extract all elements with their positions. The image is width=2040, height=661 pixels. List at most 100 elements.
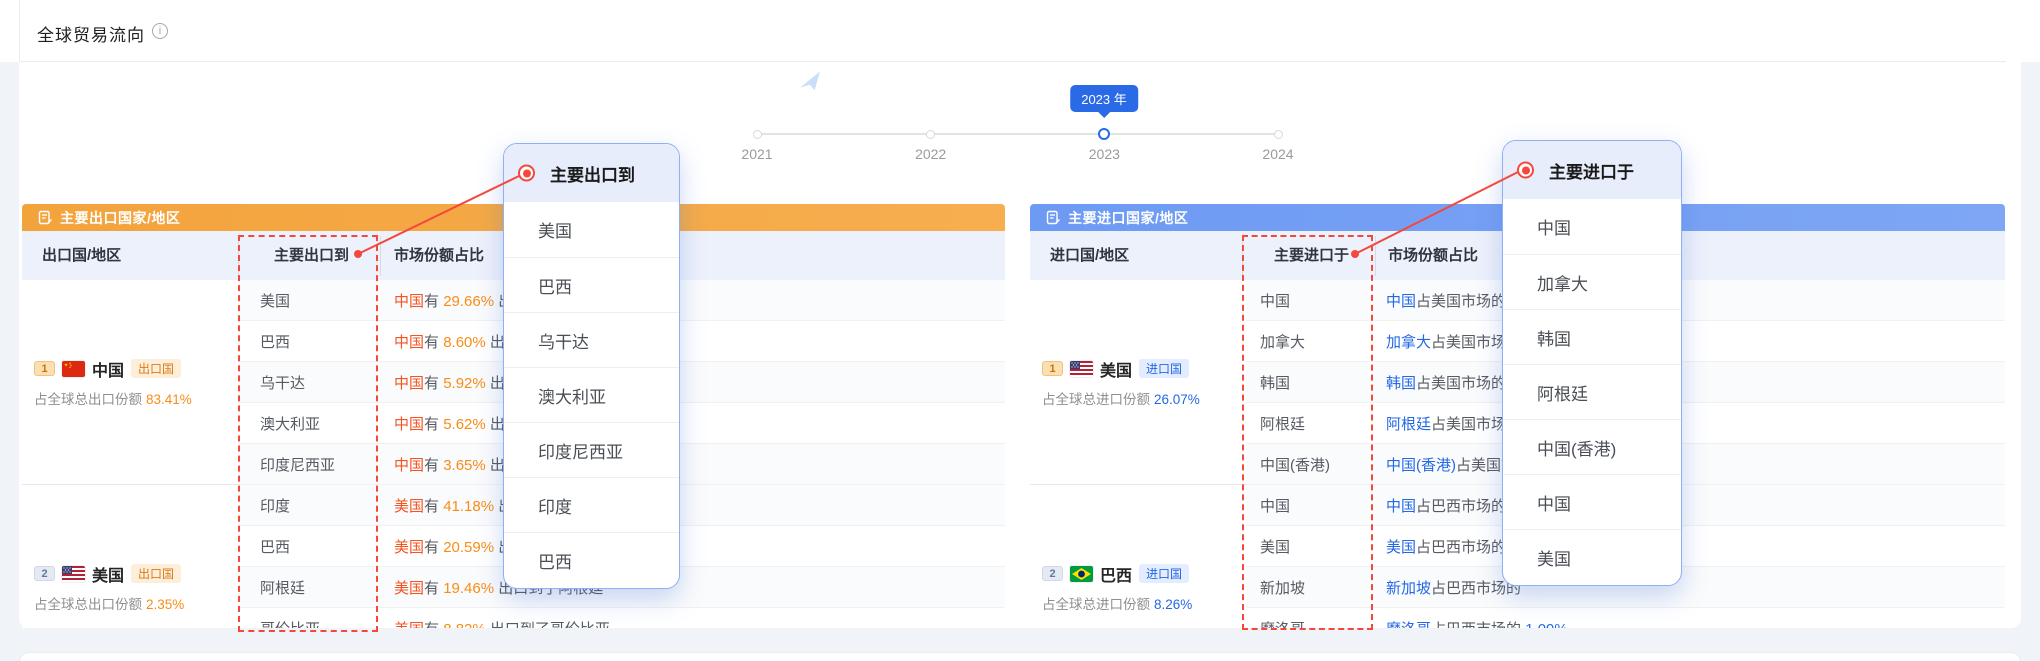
- popup-item[interactable]: 中国(香港): [1503, 419, 1681, 474]
- global-share-line: 占全球总进口份额8.26%: [1042, 593, 1246, 613]
- report-icon: [38, 210, 53, 225]
- share-label: 占全球总进口份额: [1042, 597, 1150, 612]
- column-header: 进口国/地区: [1050, 231, 1129, 280]
- popup-item[interactable]: 美国: [504, 202, 679, 257]
- flag-us-icon: [1070, 361, 1093, 377]
- group-summary-cell: 1美国进口国占全球总进口份额 26.07%: [1030, 280, 1246, 484]
- market-share-pct: 3.65%: [443, 457, 486, 474]
- year-label: 2022: [886, 146, 976, 162]
- market-share-cell: 中国(香港)占美国市场的: [1382, 454, 2005, 475]
- group-title-line: 2美国出口国: [34, 562, 238, 586]
- market-share-country: 中国: [1386, 498, 1416, 515]
- year-label: 2021: [712, 146, 802, 162]
- partner-country-cell: 印度尼西亚: [238, 454, 380, 475]
- share-value: 83.41%: [146, 392, 192, 407]
- flag-cn-icon: [62, 361, 85, 377]
- market-share-country: 加拿大: [1386, 334, 1431, 351]
- year-tooltip: 2023 年: [1070, 85, 1138, 112]
- partner-country-cell: 澳大利亚: [238, 413, 380, 434]
- market-share-country: 中国: [394, 457, 424, 474]
- group-title-line: 2 巴西进口国: [1042, 562, 1246, 586]
- slider-dot[interactable]: [1274, 130, 1283, 139]
- divider: [19, 0, 20, 62]
- role-badge: 出口国: [131, 359, 181, 378]
- market-share-cell: 美国有 19.46% 出口到了阿根廷: [380, 577, 1005, 598]
- group-title-line: 1美国进口国: [1042, 357, 1246, 381]
- market-share-country: 韩国: [1386, 375, 1416, 392]
- market-share-cell: 中国有 8.60% 出口到了巴西: [380, 331, 1005, 352]
- group-summary-cell: 1中国出口国占全球总出口份额83.41%: [22, 280, 238, 484]
- market-share-country: 阿根廷: [1386, 416, 1431, 433]
- market-share-cell: 摩洛哥占巴西市场的 1.09%: [1382, 618, 2005, 629]
- partner-country-cell: 乌干达: [238, 372, 380, 393]
- popup-item[interactable]: 印度: [504, 477, 679, 532]
- divider: [380, 236, 381, 276]
- global-share-line: 占全球总出口份额83.41%: [34, 388, 238, 408]
- partner-country-cell: 哥伦比亚: [238, 618, 380, 629]
- market-share-text: 出口到了哥伦比亚: [486, 621, 610, 629]
- partner-country-cell: 印度: [238, 495, 380, 516]
- popup-item[interactable]: 印度尼西亚: [504, 422, 679, 477]
- flag-us-icon: [62, 566, 85, 582]
- popup-item[interactable]: 加拿大: [1503, 254, 1681, 309]
- market-share-country: 中国: [394, 293, 424, 310]
- country-name: 美国: [92, 562, 124, 586]
- popup-item[interactable]: 韩国: [1503, 309, 1681, 364]
- import-popup-list: 中国加拿大韩国阿根廷中国(香港)中国美国: [1503, 199, 1681, 584]
- target-bullet-icon: [1517, 162, 1534, 179]
- market-share-text: 占美国市场的: [1416, 293, 1506, 310]
- import-popup-header: 主要进口于: [1503, 141, 1681, 199]
- market-share-cell: 阿根廷占美国市场的: [1382, 413, 2005, 434]
- market-share-pct: 5.62%: [443, 416, 486, 433]
- export-popup: 主要出口到 美国巴西乌干达澳大利亚印度尼西亚印度巴西: [503, 143, 680, 589]
- info-icon[interactable]: i: [152, 23, 168, 39]
- popup-item[interactable]: 美国: [1503, 529, 1681, 584]
- role-badge: 进口国: [1139, 564, 1189, 583]
- market-share-cell: 美国有 20.59% 出口到了巴西: [380, 536, 1005, 557]
- market-share-pct: 41.18%: [443, 498, 494, 515]
- market-share-cell: 中国有 3.65% 出口到了印度尼西亚: [380, 454, 1005, 475]
- table-row: 哥伦比亚美国有 8.82% 出口到了哥伦比亚: [238, 608, 1005, 628]
- market-share-pct: 20.59%: [443, 539, 494, 556]
- column-header: 主要出口到: [274, 231, 349, 280]
- market-share-country: 美国: [394, 621, 424, 629]
- market-share-country: 中国: [394, 416, 424, 433]
- rank-badge: 2: [1042, 566, 1063, 581]
- slider-dot[interactable]: [753, 130, 762, 139]
- country-name: 巴西: [1100, 562, 1132, 586]
- popup-item[interactable]: 巴西: [504, 257, 679, 312]
- popup-item[interactable]: 乌干达: [504, 312, 679, 367]
- partner-country-cell: 加拿大: [1246, 331, 1382, 352]
- popup-item[interactable]: 澳大利亚: [504, 367, 679, 422]
- year-label: 2023: [1059, 146, 1149, 162]
- export-popup-list: 美国巴西乌干达澳大利亚印度尼西亚印度巴西: [504, 202, 679, 587]
- share-value: 26.07%: [1154, 392, 1200, 407]
- table-row: 摩洛哥摩洛哥占巴西市场的 1.09%: [1246, 608, 2005, 628]
- popup-item[interactable]: 巴西: [504, 532, 679, 587]
- popup-item[interactable]: 中国: [1503, 474, 1681, 529]
- slider-dot[interactable]: [926, 130, 935, 139]
- market-share-text: 有: [424, 498, 443, 515]
- partner-country-cell: 中国: [1246, 495, 1382, 516]
- market-share-text: 有: [424, 293, 443, 310]
- popup-item[interactable]: 中国: [1503, 199, 1681, 254]
- market-share-country: 美国: [394, 539, 424, 556]
- market-share-pct: 8.82%: [443, 621, 486, 629]
- partner-country-cell: 新加坡: [1246, 577, 1382, 598]
- market-share-pct: 19.46%: [443, 580, 494, 597]
- highlight-anchor-dot: [1351, 250, 1359, 258]
- rank-badge: 1: [34, 361, 55, 376]
- market-share-cell: 美国占巴西市场的: [1382, 536, 2005, 557]
- market-share-text: 占美国市场的: [1416, 375, 1506, 392]
- rank-badge: 1: [1042, 361, 1063, 376]
- group-title-line: 1中国出口国: [34, 357, 238, 381]
- global-share-line: 占全球总进口份额 26.07%: [1042, 388, 1246, 408]
- year-slider-track[interactable]: [757, 133, 1278, 135]
- rank-badge: 2: [34, 566, 55, 581]
- partner-country-cell: 美国: [238, 290, 380, 311]
- market-share-cell: 中国占美国市场的: [1382, 290, 2005, 311]
- market-share-cell: 中国占巴西市场的: [1382, 495, 2005, 516]
- popup-item[interactable]: 阿根廷: [1503, 364, 1681, 419]
- share-label: 占全球总进口份额: [1042, 392, 1150, 407]
- divider: [1375, 236, 1376, 276]
